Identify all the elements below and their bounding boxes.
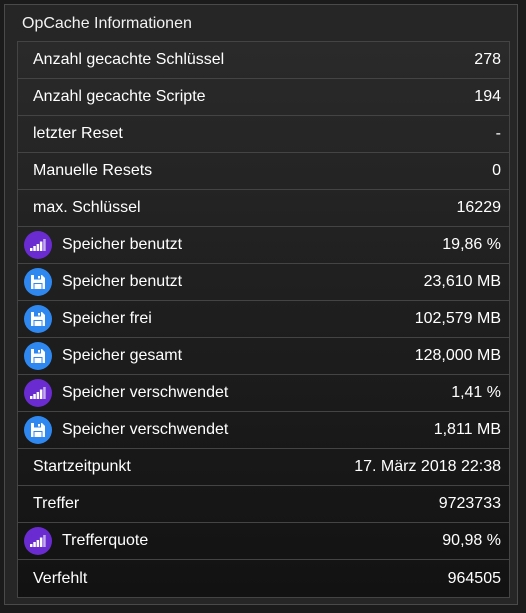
item-value: 17. März 2018 22:38 (354, 458, 501, 475)
opcache-panel: OpCache Informationen Anzahl gecachte Sc… (4, 4, 518, 605)
item-label: Trefferquote (62, 532, 149, 549)
save-icon (24, 416, 52, 444)
item-value: 964505 (447, 569, 501, 587)
list-item: Verfehlt 964505 (18, 560, 509, 597)
item-value: 16229 (456, 199, 502, 216)
item-label: Speicher verschwendet (62, 384, 229, 401)
item-value: 1,811 MB (433, 421, 501, 438)
list-item: letzter Reset - (18, 116, 509, 153)
info-list: Anzahl gecachte Schlüssel 278 Anzahl gecac… (17, 41, 510, 598)
item-label: Manuelle Resets (33, 162, 153, 179)
save-icon (24, 268, 52, 296)
item-label: Speicher frei (62, 310, 152, 327)
list-item: Trefferquote 90,98 % (18, 523, 509, 560)
save-icon (24, 342, 52, 370)
item-value: 128,000 MB (414, 347, 501, 364)
list-item: Anzahl gecachte Schlüssel 278 (18, 42, 509, 79)
item-value: - (495, 125, 501, 142)
item-value: 9723733 (438, 495, 501, 512)
list-item: Speicher benutzt 19,86 % (18, 227, 509, 264)
item-label: max. Schlüssel (33, 199, 141, 216)
item-value: 194 (474, 88, 501, 105)
list-item: max. Schlüssel 16229 (18, 190, 509, 227)
item-value: 278 (474, 51, 501, 68)
item-value: 19,86 % (442, 236, 501, 253)
item-label: Speicher benutzt (62, 273, 183, 290)
item-label: Startzeitpunkt (33, 458, 131, 475)
item-label: Speicher verschwendet (62, 421, 229, 438)
list-item: Manuelle Resets 0 (18, 153, 509, 190)
list-item: Speicher benutzt 23,610 MB (18, 264, 509, 301)
signal-icon (24, 379, 52, 407)
item-label: Speicher gesamt (62, 347, 183, 364)
list-item: Speicher gesamt 128,000 MB (18, 338, 509, 375)
item-label: Verfehlt (33, 569, 88, 587)
save-icon (24, 305, 52, 333)
list-item: Anzahl gecachte Scripte 194 (18, 79, 509, 116)
item-label: Speicher benutzt (62, 236, 183, 253)
item-label: Anzahl gecachte Scripte (33, 88, 206, 105)
item-value: 90,98 % (442, 532, 501, 549)
item-value: 1,41 % (451, 384, 501, 401)
list-item: Speicher verschwendet 1,41 % (18, 375, 509, 412)
list-item: Treffer 9723733 (18, 486, 509, 523)
item-value: 23,610 MB (423, 273, 501, 290)
list-item: Speicher verschwendet 1,811 MB (18, 412, 509, 449)
item-label: Anzahl gecachte Schlüssel (33, 51, 225, 68)
list-item: Startzeitpunkt 17. März 2018 22:38 (18, 449, 509, 486)
list-item: Speicher frei 102,579 MB (18, 301, 509, 338)
item-value: 0 (492, 162, 501, 179)
item-label: Treffer (33, 495, 80, 512)
item-value: 102,579 MB (414, 310, 501, 327)
item-label: letzter Reset (33, 125, 123, 142)
signal-icon (24, 527, 52, 555)
panel-title: OpCache Informationen (22, 15, 192, 32)
signal-icon (24, 231, 52, 259)
